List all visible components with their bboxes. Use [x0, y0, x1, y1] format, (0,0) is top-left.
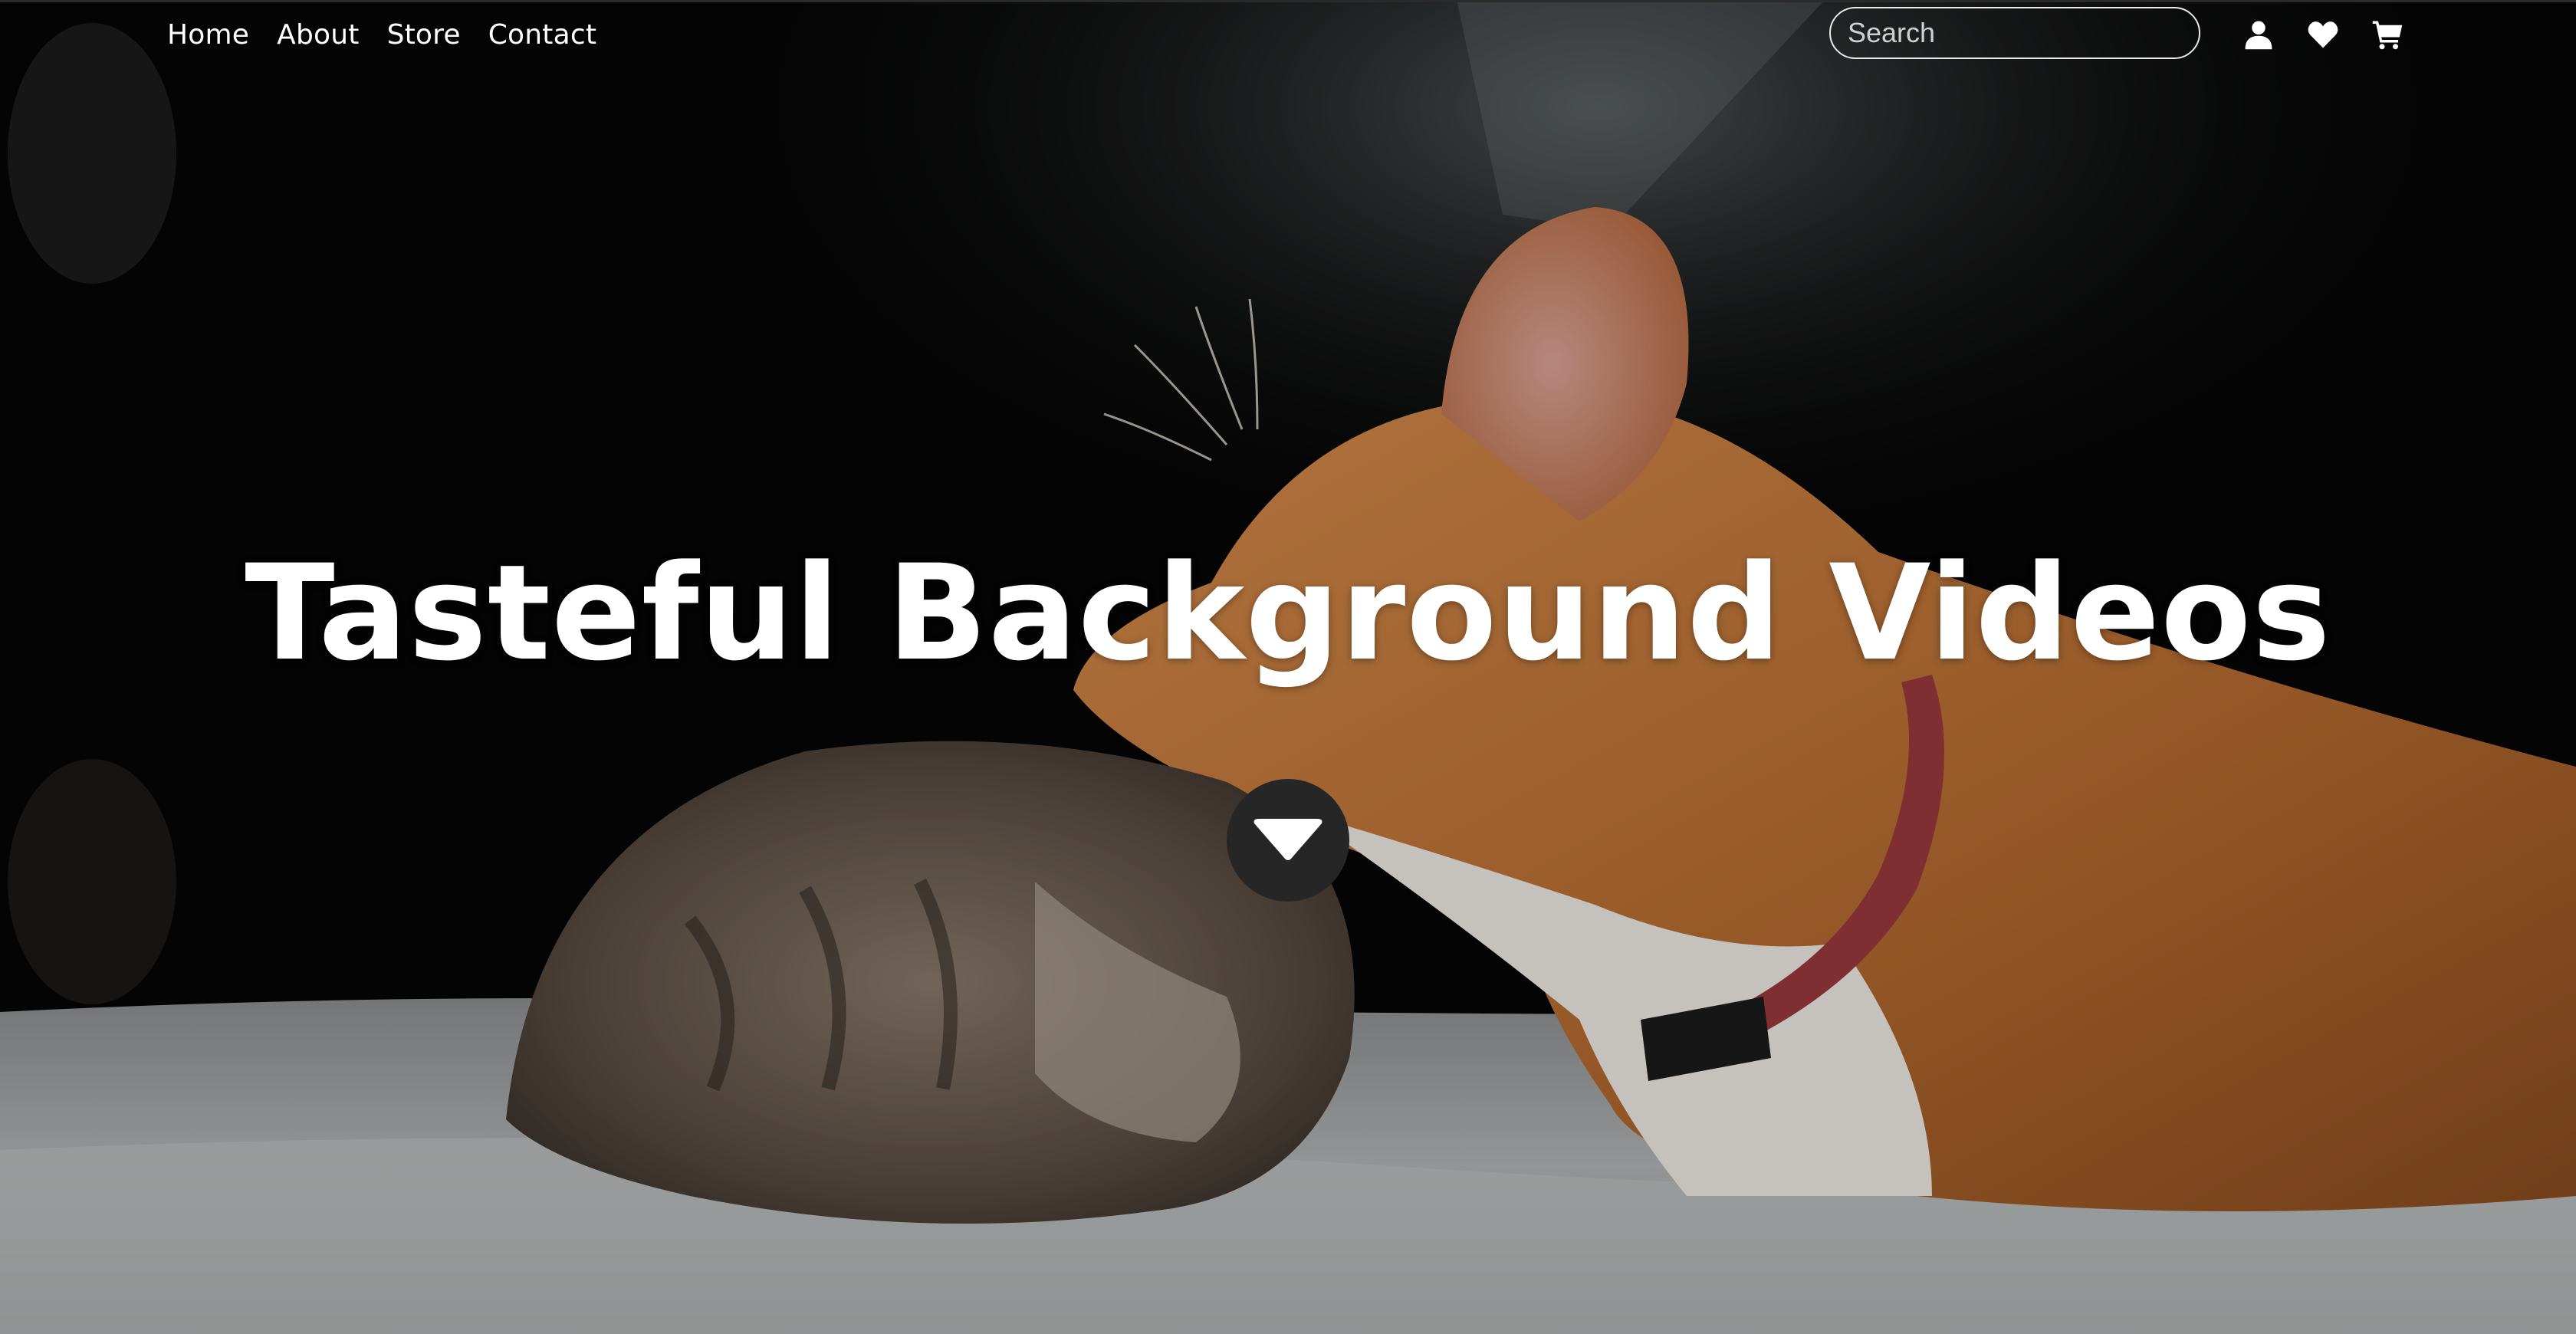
search-box: [1829, 7, 2200, 59]
search-input[interactable]: [1831, 8, 2199, 58]
nav-link-store[interactable]: Store: [387, 15, 461, 55]
hero-title: Tasteful Background Videos: [245, 536, 2331, 690]
header-icons: [2242, 18, 2404, 51]
top-border: [0, 0, 2576, 2]
nav-link-about[interactable]: About: [277, 15, 359, 55]
wishlist-button[interactable]: [2306, 18, 2340, 51]
scroll-down-button[interactable]: [1227, 779, 1349, 902]
nav-link-home[interactable]: Home: [167, 15, 249, 55]
nav-link-contact[interactable]: Contact: [488, 15, 596, 55]
main-nav: Home About Store Contact: [167, 15, 596, 55]
top-navigation-bar: Home About Store Contact: [0, 0, 2576, 69]
chevron-down-icon: [1254, 819, 1322, 860]
heart-icon: [2308, 21, 2338, 48]
cart-icon: [2372, 21, 2403, 50]
user-icon: [2245, 21, 2272, 50]
cart-button[interactable]: [2371, 18, 2404, 51]
hero-section: Home About Store Contact Search Tasteful…: [0, 0, 2576, 1334]
account-button[interactable]: [2242, 18, 2275, 51]
